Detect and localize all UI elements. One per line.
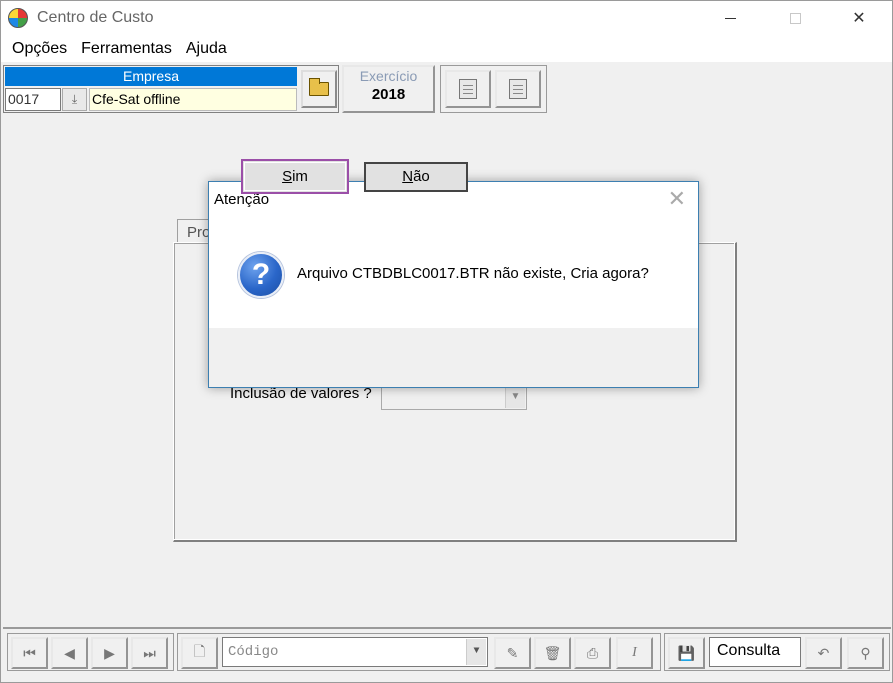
dialog-footer xyxy=(209,328,698,387)
prev-record-button[interactable]: ◀ xyxy=(51,637,88,669)
minimize-button[interactable] xyxy=(701,1,759,35)
delete-button[interactable]: 🗑 xyxy=(534,637,571,669)
chevron-down-icon: ▼ xyxy=(505,386,525,408)
dialog-close-button[interactable]: ✕ xyxy=(668,186,686,212)
search-button[interactable]: ⚲ xyxy=(847,637,884,669)
trash-icon: 🗑 xyxy=(543,644,562,661)
last-record-icon: ⏭ xyxy=(143,644,156,661)
save-icon: 💾 xyxy=(677,644,696,661)
empresa-panel: Empresa 0017 ⤓ Cfe-Sat offline xyxy=(3,65,339,113)
question-icon: ? xyxy=(238,252,284,298)
toolbar-group xyxy=(440,65,547,113)
folder-open-icon xyxy=(309,78,329,96)
first-record-button[interactable]: ⏮ xyxy=(11,637,48,669)
app-logo-icon xyxy=(8,8,28,28)
prev-record-icon: ◀ xyxy=(64,644,75,661)
next-record-button[interactable]: ▶ xyxy=(91,637,128,669)
codigo-placeholder: Código xyxy=(228,644,279,660)
menu-ajuda[interactable]: Ajuda xyxy=(179,40,234,58)
next-record-icon: ▶ xyxy=(104,644,115,661)
new-document-button[interactable]: 🗋 xyxy=(181,637,218,669)
menu-opcoes[interactable]: Opções xyxy=(5,40,74,58)
print-button[interactable]: ⎙ xyxy=(574,637,611,669)
empresa-code-input[interactable]: 0017 xyxy=(5,88,61,111)
dialog-message: Arquivo CTBDBLC0017.BTR não existe, Cria… xyxy=(297,265,649,282)
navigation-bar: ⏮ ◀ ▶ ⏭ 🗋 ✎ 🗑 ⎙ I Código ▼ 💾 ↶ ⚲ Consult… xyxy=(3,627,891,674)
minimize-icon xyxy=(724,17,736,19)
binoculars-icon: ⚲ xyxy=(860,644,871,661)
nao-label: ão xyxy=(413,168,430,185)
main-window: Centro de Custo ✕ Opções Ferramentas Aju… xyxy=(0,0,893,683)
menu-bar: Opções Ferramentas Ajuda xyxy=(1,36,892,62)
download-arrow-icon: ⤓ xyxy=(71,92,78,106)
exercicio-label: Exercício xyxy=(359,68,418,84)
import-button[interactable] xyxy=(495,70,541,108)
italic-i-icon: I xyxy=(632,645,637,660)
exercicio-value: 2018 xyxy=(371,86,406,103)
close-button[interactable]: ✕ xyxy=(830,1,888,35)
close-icon: ✕ xyxy=(667,186,686,211)
window-title: Centro de Custo xyxy=(37,9,154,26)
chevron-down-icon[interactable]: ▼ xyxy=(466,639,486,665)
notes-button[interactable]: ✎ xyxy=(494,637,531,669)
notes-icon: ✎ xyxy=(506,644,519,661)
title-bar: Centro de Custo ✕ xyxy=(1,1,892,36)
maximize-button[interactable] xyxy=(766,1,824,35)
report-button[interactable] xyxy=(445,70,491,108)
mode-indicator: Consulta xyxy=(709,637,801,667)
sim-accesskey: S xyxy=(282,168,293,185)
confirm-dialog: Atenção ✕ ? Arquivo CTBDBLC0017.BTR não … xyxy=(208,181,699,388)
sim-label: im xyxy=(292,168,308,185)
import-icon xyxy=(509,79,527,99)
nao-button[interactable]: Não xyxy=(364,162,468,192)
first-record-icon: ⏮ xyxy=(23,644,36,661)
undo-button[interactable]: ↶ xyxy=(805,637,842,669)
last-record-button[interactable]: ⏭ xyxy=(131,637,168,669)
nao-accesskey: N xyxy=(402,168,414,185)
exercicio-panel[interactable]: Exercício 2018 xyxy=(342,65,435,113)
empresa-lookup-button[interactable]: ⤓ xyxy=(62,88,87,111)
close-icon: ✕ xyxy=(852,10,866,27)
save-button[interactable]: 💾 xyxy=(668,637,705,669)
empresa-name-field: Cfe-Sat offline xyxy=(89,88,297,111)
nav-group-records: ⏮ ◀ ▶ ⏭ xyxy=(7,633,174,671)
report-icon xyxy=(459,79,477,99)
sim-button[interactable]: Sim xyxy=(241,159,349,194)
maximize-icon xyxy=(789,12,801,24)
undo-icon: ↶ xyxy=(817,644,830,661)
edit-button[interactable]: I xyxy=(616,637,653,669)
new-document-icon: 🗋 xyxy=(193,643,206,659)
open-folder-button[interactable] xyxy=(301,70,337,108)
codigo-search-input[interactable]: Código ▼ xyxy=(222,637,488,667)
empresa-label: Empresa xyxy=(5,67,297,86)
menu-ferramentas[interactable]: Ferramentas xyxy=(74,40,179,58)
printer-icon: ⎙ xyxy=(586,644,599,661)
